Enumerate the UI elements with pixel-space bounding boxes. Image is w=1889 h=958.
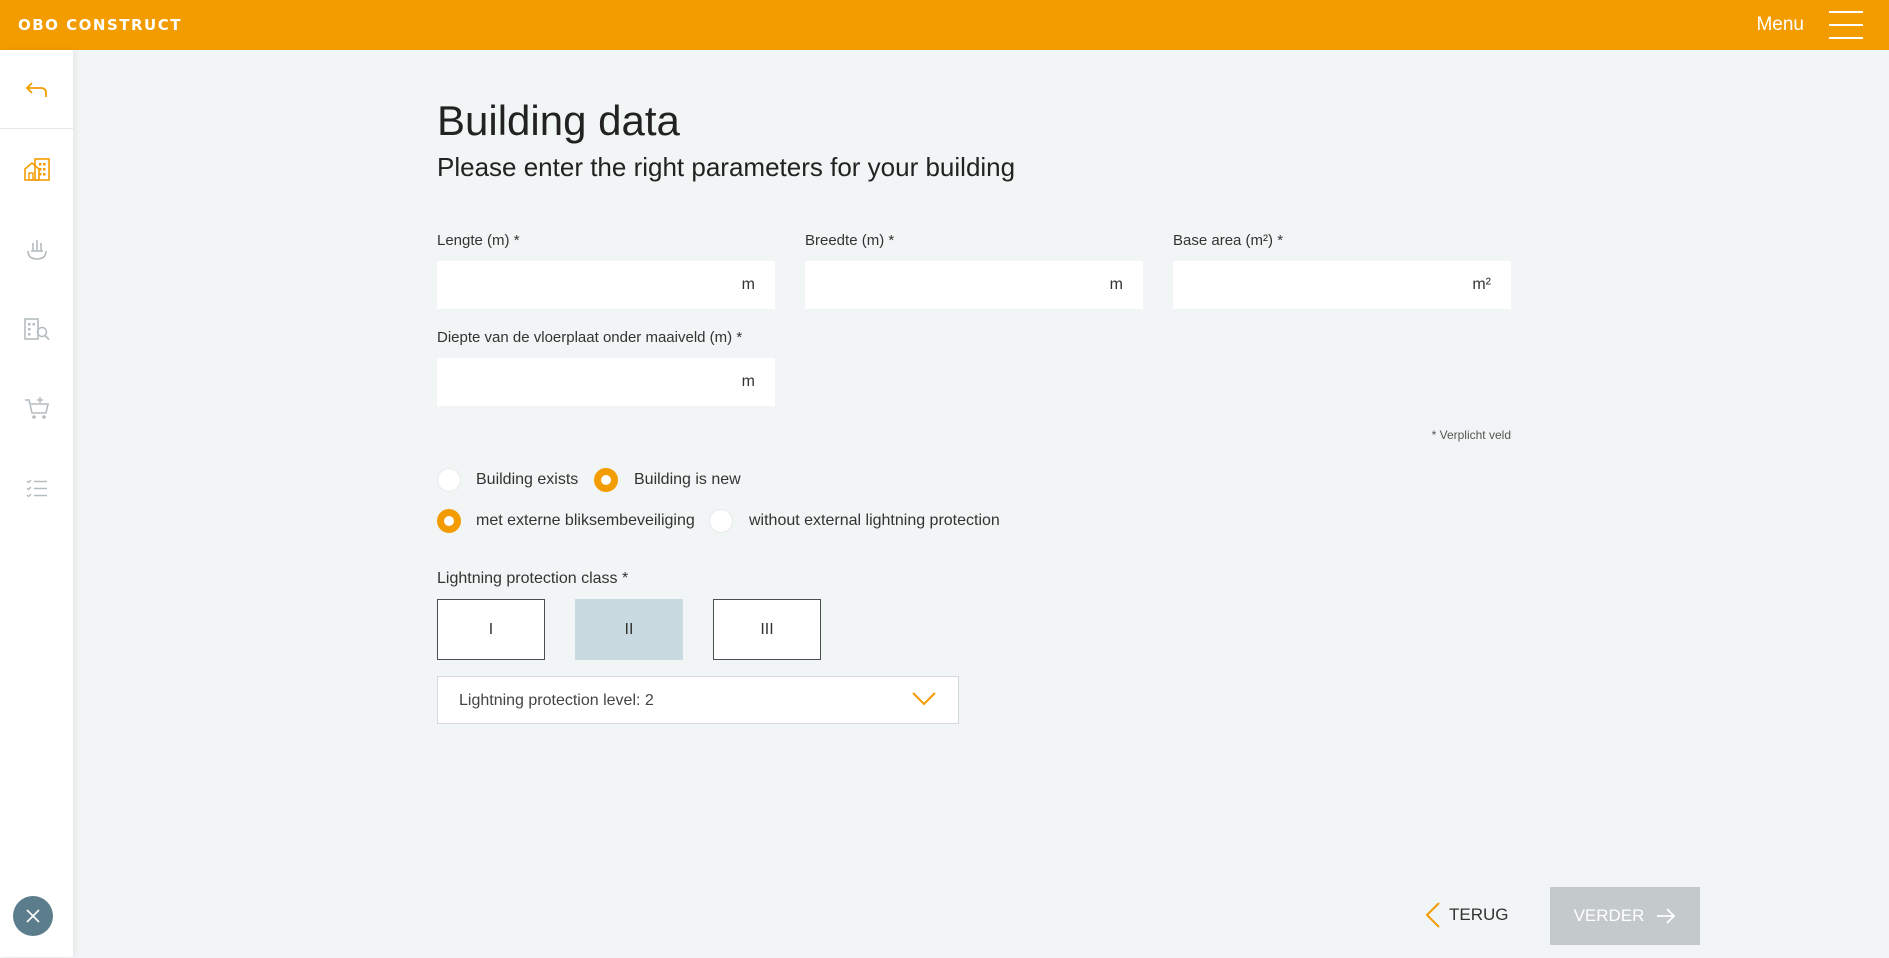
sidebar-item-cart[interactable] bbox=[0, 373, 73, 443]
page-title: Building data bbox=[437, 97, 680, 144]
checklist-icon bbox=[26, 479, 47, 498]
close-button[interactable] bbox=[13, 896, 53, 936]
depth-unit: m bbox=[741, 373, 755, 390]
length-label: Lengte (m) * bbox=[437, 232, 520, 249]
top-bar: OBO CONSTRUCT Menu bbox=[0, 0, 1889, 50]
sidebar bbox=[0, 50, 73, 957]
chevron-left-icon bbox=[1425, 902, 1440, 928]
logo[interactable]: OBO CONSTRUCT bbox=[18, 16, 182, 34]
sidebar-divider bbox=[0, 128, 73, 129]
protection-class-label: Lightning protection class * bbox=[437, 570, 629, 587]
radio-without-external-protection-label[interactable]: without external lightning protection bbox=[749, 512, 1000, 530]
radio-with-external-protection-label[interactable]: met externe bliksembeveiliging bbox=[476, 512, 695, 530]
sidebar-item-building-search[interactable] bbox=[0, 294, 73, 364]
back-label: TERUG bbox=[1449, 905, 1509, 924]
lightning-external-group: met externe bliksembeveiliging without e… bbox=[437, 509, 1037, 537]
earthing-icon bbox=[26, 240, 47, 260]
width-unit: m bbox=[1109, 276, 1123, 293]
back-arrow-icon bbox=[25, 82, 47, 97]
depth-field: m bbox=[437, 358, 775, 406]
protection-class-ii-button[interactable]: II bbox=[575, 599, 683, 660]
building-status-group: Building exists Building is new bbox=[437, 468, 837, 496]
cart-add-icon bbox=[24, 397, 49, 419]
length-unit: m bbox=[741, 276, 755, 293]
chevron-down-icon bbox=[912, 692, 936, 706]
protection-class-i-button[interactable]: I bbox=[437, 599, 545, 660]
depth-label: Diepte van de vloerplaat onder maaiveld … bbox=[437, 329, 743, 346]
next-button[interactable]: VERDER bbox=[1550, 887, 1700, 945]
arrow-right-icon bbox=[1657, 908, 1676, 924]
length-input[interactable] bbox=[437, 261, 775, 309]
radio-building-new[interactable] bbox=[594, 468, 618, 492]
base-area-field: m² bbox=[1173, 261, 1511, 309]
sidebar-item-earthing[interactable] bbox=[0, 214, 73, 284]
radio-building-new-label[interactable]: Building is new bbox=[634, 471, 741, 489]
menu-label: Menu bbox=[1756, 14, 1804, 35]
width-field: m bbox=[805, 261, 1143, 309]
required-note: * Verplicht veld bbox=[1431, 428, 1511, 442]
next-label: VERDER bbox=[1573, 906, 1645, 925]
back-button[interactable]: TERUG bbox=[1425, 896, 1509, 934]
building-search-icon bbox=[23, 318, 50, 341]
sidebar-item-checklist[interactable] bbox=[0, 453, 73, 523]
base-area-label: Base area (m²) * bbox=[1173, 232, 1284, 249]
sidebar-back-button[interactable] bbox=[0, 55, 73, 125]
depth-input[interactable] bbox=[437, 358, 775, 406]
radio-building-exists-label[interactable]: Building exists bbox=[476, 471, 578, 489]
close-icon bbox=[26, 909, 40, 923]
page-subtitle: Please enter the right parameters for yo… bbox=[437, 152, 1016, 182]
menu-button[interactable]: Menu bbox=[1729, 0, 1889, 50]
width-input[interactable] bbox=[805, 261, 1143, 309]
radio-with-external-protection[interactable] bbox=[437, 509, 461, 533]
radio-building-exists[interactable] bbox=[437, 468, 461, 492]
base-area-unit: m² bbox=[1472, 276, 1491, 293]
radio-without-external-protection[interactable] bbox=[709, 509, 733, 533]
protection-level-value: Lightning protection level: 2 bbox=[459, 692, 654, 709]
width-label: Breedte (m) * bbox=[805, 232, 895, 249]
base-area-input[interactable] bbox=[1173, 261, 1511, 309]
protection-class-iii-button[interactable]: III bbox=[713, 599, 821, 660]
building-data-icon bbox=[23, 158, 50, 181]
sidebar-item-building-data[interactable] bbox=[0, 134, 73, 204]
hamburger-icon bbox=[1829, 11, 1863, 39]
protection-level-select[interactable]: Lightning protection level: 2 bbox=[437, 676, 959, 724]
length-field: m bbox=[437, 261, 775, 309]
